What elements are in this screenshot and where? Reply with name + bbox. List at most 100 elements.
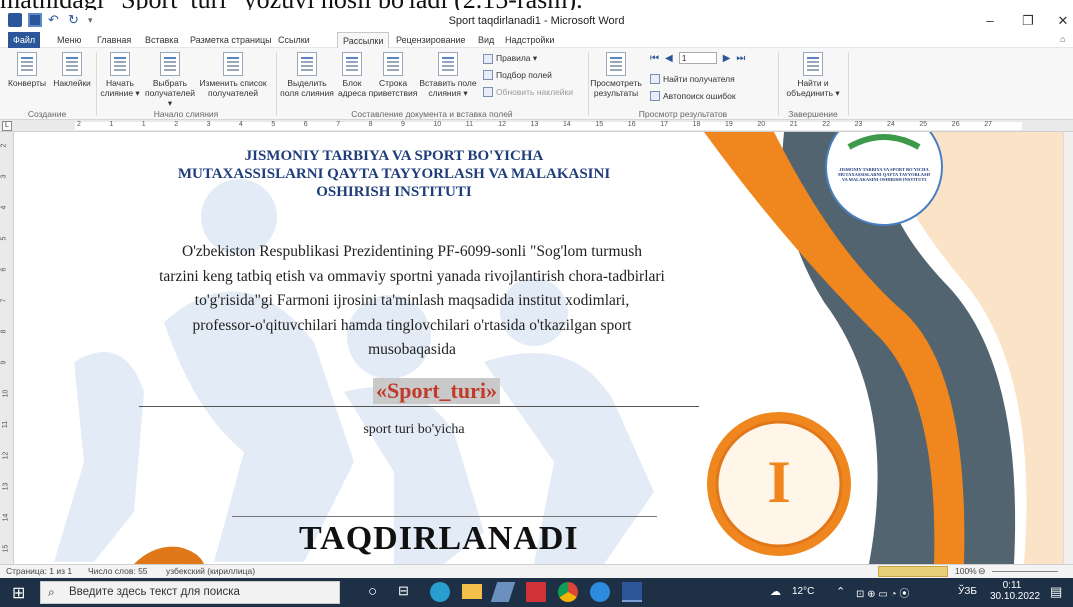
restore-button[interactable]: ❐ — [1010, 12, 1046, 30]
word-taskbar-icon[interactable] — [622, 582, 642, 602]
tab-review[interactable]: Рецензирование — [391, 32, 471, 48]
start-merge-button[interactable]: Начать слияние ▾ — [98, 52, 142, 98]
ruler-tick: 13 — [530, 121, 539, 128]
group-separator — [96, 52, 97, 116]
tray-chevron-icon[interactable]: ⌃ — [836, 585, 845, 598]
windows-start-icon[interactable]: ⊞ — [12, 583, 25, 603]
tray-icons[interactable]: ⊡ ⊕ ▭ ◔ ⦿ — [856, 585, 909, 600]
start-merge-icon — [110, 52, 130, 76]
task-switch-icon[interactable]: ⊟ — [398, 583, 409, 599]
minimize-button[interactable]: – — [972, 12, 1008, 30]
paragraph-line: tarzini keng tatbiq etish va ommaviy spo… — [159, 267, 665, 285]
edge-icon[interactable] — [430, 582, 450, 602]
ruler-tick: 9 — [401, 121, 405, 128]
logo-caption: JISMONIY TARBIYA VA SPORT BO'YICHA MUTAX… — [837, 167, 931, 182]
collapse-ribbon-icon[interactable]: ⌂ — [1055, 31, 1070, 47]
ruler-tick: 23 — [854, 121, 863, 128]
find-recipient-label: Найти получателя — [663, 74, 735, 84]
acrobat-icon[interactable] — [526, 582, 546, 602]
vruler-tick: 14 — [2, 513, 10, 522]
merge-field-sport-turi[interactable]: «Sport_turi» — [373, 378, 500, 404]
vruler-tick: 3 — [0, 174, 8, 179]
ruler-tick: 16 — [627, 121, 636, 128]
tab-file[interactable]: Файл — [8, 32, 41, 48]
envelopes-button[interactable]: Конверты — [0, 52, 54, 88]
institute-line-2: MUTAXASSISLARNI QAYTA TAYYORLASH VA MALA… — [177, 166, 611, 182]
tab-menu[interactable]: Меню — [52, 32, 86, 48]
select-recipients-button[interactable]: Выбрать получателей ▾ — [142, 52, 198, 108]
vruler-tick: 10 — [2, 389, 10, 398]
tab-view[interactable]: Вид — [473, 32, 499, 48]
taskbar-search-input[interactable]: Введите здесь текст для поиска — [40, 581, 340, 604]
labels-label: Наклейки — [53, 78, 91, 88]
address-block-button[interactable]: Блок адреса — [336, 52, 368, 98]
preview-results-button[interactable]: Просмотреть результаты — [590, 52, 642, 98]
file-explorer-icon[interactable] — [462, 584, 482, 599]
ruler-tick: 21 — [789, 121, 798, 128]
rules-button[interactable]: Правила ▾ — [483, 53, 537, 64]
telegram-icon[interactable] — [590, 582, 610, 602]
task-view-icon[interactable]: ○ — [368, 583, 377, 600]
highlight-fields-label: Выделить поля слияния — [280, 78, 334, 98]
tab-page-layout[interactable]: Разметка страницы — [185, 32, 277, 48]
record-number-input[interactable]: 1 — [678, 52, 717, 64]
clock[interactable]: 0:11 30.10.2022 — [990, 580, 1040, 602]
award-heading: TAQDIRLANADI — [299, 520, 579, 557]
insert-merge-field-button[interactable]: Вставить поле слияния ▾ — [418, 52, 478, 98]
weather-temp[interactable]: 12°C — [792, 586, 814, 597]
tab-home[interactable]: Главная — [92, 32, 136, 48]
labels-button[interactable]: Наклейки — [50, 52, 94, 88]
record-navigator: ⏮ ◀ 1 ▶ ⏭ — [650, 52, 745, 64]
language-indicator[interactable]: узбекский (кириллица) — [166, 566, 255, 576]
zoom-level[interactable]: 100% — [955, 566, 977, 576]
update-labels-button[interactable]: Обновить наклейки — [483, 87, 573, 97]
previous-record-icon[interactable]: ◀ — [665, 53, 673, 64]
page-count[interactable]: Страница: 1 из 1 — [6, 566, 72, 576]
auto-check-errors-button[interactable]: Автопоиск ошибок — [650, 91, 736, 101]
window-title: Sport taqdirlanadi1 - Microsoft Word — [448, 15, 625, 27]
tab-mailings[interactable]: Рассылки — [337, 32, 390, 49]
zoom-slider[interactable] — [992, 571, 1058, 572]
find-recipient-icon — [650, 74, 660, 84]
insert-field-icon — [438, 52, 458, 76]
sport-silhouettes — [54, 179, 654, 564]
match-fields-button[interactable]: Подбор полей — [483, 70, 552, 80]
horizontal-ruler[interactable]: L 2 1 1 2 3 4 5 6 7 8 9 10 11 12 13 14 15 16 17 18 19 20 21 22 2… — [0, 120, 1073, 132]
greeting-line-button[interactable]: Строка приветствия — [368, 52, 418, 98]
pen-app-icon[interactable] — [490, 582, 516, 602]
tab-addins[interactable]: Надстройки — [500, 32, 559, 48]
next-record-icon[interactable]: ▶ — [723, 53, 731, 64]
edit-recipient-list-button[interactable]: Изменить список получателей — [198, 52, 268, 98]
finish-merge-button[interactable]: Найти и объединить ▾ — [780, 52, 846, 98]
word-count[interactable]: Число слов: 55 — [88, 566, 148, 576]
ruler-tick: 4 — [239, 121, 243, 128]
labels-icon — [62, 52, 82, 76]
chrome-icon[interactable] — [558, 582, 578, 602]
zoom-out-icon[interactable]: ⊖ — [978, 566, 986, 577]
input-language[interactable]: ЎЗБ — [958, 586, 977, 597]
group-write-insert-label: Составление документа и вставка полей — [351, 109, 513, 119]
envelopes-label: Конверты — [7, 78, 47, 88]
last-record-icon[interactable]: ⏭ — [736, 53, 745, 64]
ruler-tick: 3 — [206, 121, 211, 128]
notifications-icon[interactable]: ▤ — [1050, 584, 1062, 600]
document-page[interactable]: JISMONIY TARBIYA VA SPORT BO'YICHA MUTAX… — [14, 132, 1063, 564]
paragraph-line: professor-o'qituvchilari hamda tinglovch… — [192, 316, 632, 334]
first-record-icon[interactable]: ⏮ — [650, 53, 659, 64]
vruler-tick: 13 — [2, 482, 10, 491]
paragraph-line: O'zbekiston Respublikasi Prezidentining … — [181, 243, 643, 260]
weather-icon[interactable]: ☁ — [770, 585, 781, 598]
close-button[interactable]: ✕ — [1045, 12, 1073, 30]
tab-selector-icon[interactable]: L — [2, 121, 12, 131]
tab-insert[interactable]: Вставка — [140, 32, 183, 48]
view-buttons[interactable] — [878, 566, 948, 577]
highlight-fields-button[interactable]: Выделить поля слияния — [278, 52, 336, 98]
paragraph-line: to'g'risida"gi Farmoni ijrosini ta'minla… — [194, 292, 630, 309]
ruler-tick: 11 — [465, 121, 474, 128]
certificate-paragraph: O'zbekiston Respublikasi Prezidentining … — [102, 240, 722, 363]
group-finish-label: Завершение — [788, 109, 838, 119]
ruler-tick: 1 — [141, 121, 146, 128]
tab-references[interactable]: Ссылки — [273, 32, 315, 48]
find-recipient-button[interactable]: Найти получателя — [650, 74, 735, 84]
vertical-scrollbar[interactable] — [1063, 132, 1073, 564]
